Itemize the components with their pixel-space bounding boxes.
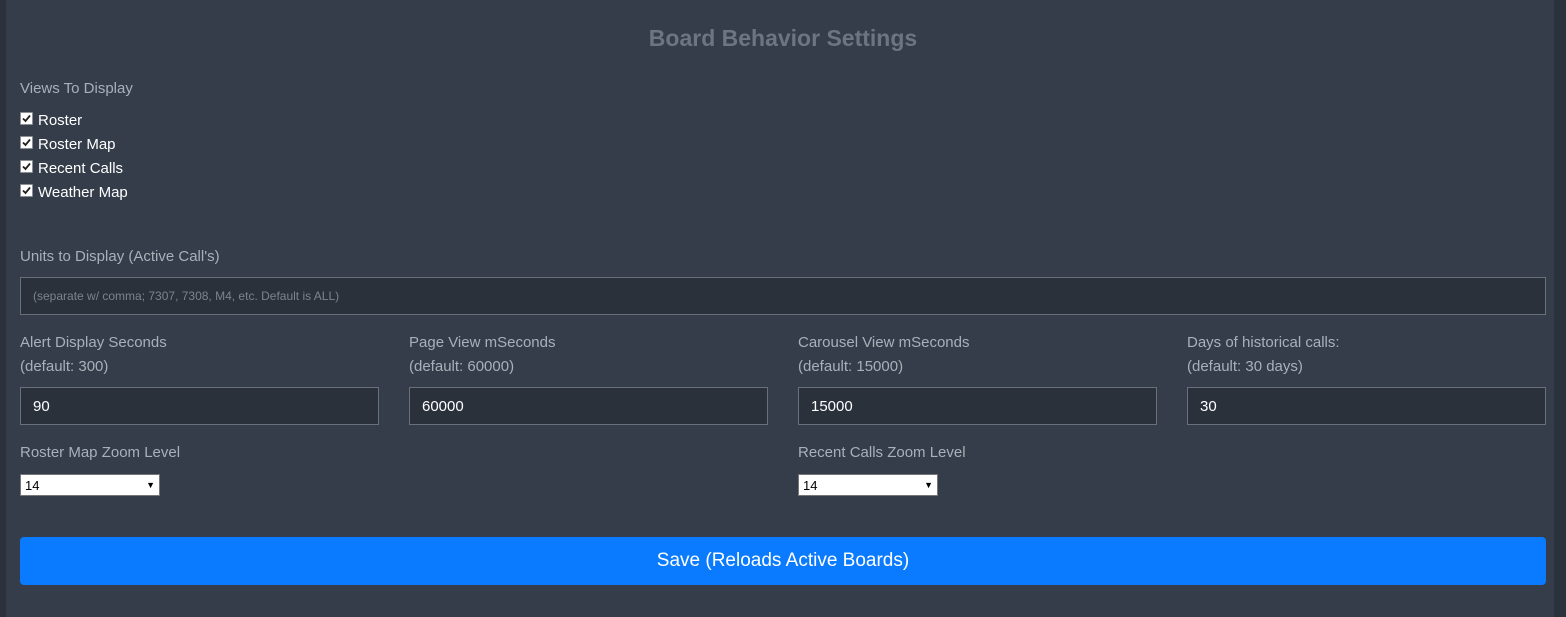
roster-label: Roster: [38, 111, 83, 129]
alert-seconds-label: Alert Display Seconds: [20, 334, 167, 351]
views-label: Views To Display: [20, 80, 133, 97]
alert-seconds-hint: (default: 300): [20, 358, 109, 375]
checkmark-icon: [22, 138, 31, 147]
checkmark-icon: [22, 162, 31, 171]
recent-calls-zoom-select[interactable]: 14 ▼: [798, 474, 938, 496]
units-label: Units to Display (Active Call's): [20, 248, 220, 265]
checkbox-weather-map[interactable]: [20, 184, 33, 197]
checkbox-roster-map[interactable]: [20, 136, 33, 149]
checkmark-icon: [22, 114, 31, 123]
view-option-roster-map[interactable]: Roster Map: [20, 133, 116, 155]
units-input[interactable]: (separate w/ comma; 7307, 7308, M4, etc.…: [20, 277, 1546, 315]
recent-calls-zoom-label: Recent Calls Zoom Level: [798, 444, 966, 461]
view-option-roster[interactable]: Roster: [20, 109, 82, 131]
historical-days-label: Days of historical calls:: [1187, 334, 1340, 351]
save-button[interactable]: Save (Reloads Active Boards): [20, 537, 1546, 585]
carousel-view-hint: (default: 15000): [798, 358, 904, 375]
checkbox-recent-calls[interactable]: [20, 160, 33, 173]
checkmark-icon: [22, 186, 31, 195]
carousel-view-label: Carousel View mSeconds: [798, 334, 970, 351]
carousel-view-input[interactable]: 15000: [798, 387, 1157, 425]
recent-calls-zoom-value: 14: [803, 477, 818, 493]
page-view-hint: (default: 60000): [409, 358, 515, 375]
dropdown-arrow-icon: ▼: [924, 480, 933, 490]
roster-zoom-value: 14: [25, 477, 40, 493]
view-option-recent-calls[interactable]: Recent Calls: [20, 157, 123, 179]
page-title: Board Behavior Settings: [648, 25, 918, 51]
roster-zoom-select[interactable]: 14 ▼: [20, 474, 160, 496]
recent-calls-label: Recent Calls: [38, 159, 124, 177]
settings-panel: Board Behavior Settings Views To Display…: [6, 0, 1554, 617]
historical-days-hint: (default: 30 days): [1187, 358, 1303, 375]
roster-zoom-label: Roster Map Zoom Level: [20, 444, 181, 461]
weather-map-label: Weather Map: [38, 183, 128, 201]
checkbox-roster[interactable]: [20, 112, 33, 125]
page-view-label: Page View mSeconds: [409, 334, 556, 351]
dropdown-arrow-icon: ▼: [146, 480, 155, 490]
page-view-input[interactable]: 60000: [409, 387, 768, 425]
alert-seconds-input[interactable]: 90: [20, 387, 379, 425]
view-option-weather-map[interactable]: Weather Map: [20, 181, 128, 203]
historical-days-input[interactable]: 30: [1187, 387, 1546, 425]
roster-map-label: Roster Map: [38, 135, 116, 153]
